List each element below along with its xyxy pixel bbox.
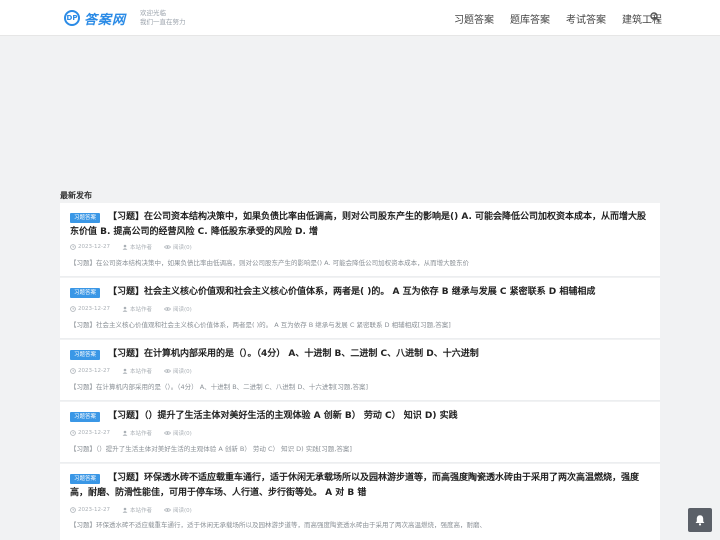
post-title-text[interactable]: 【习题】环保透水砖不适应载重车通行，适于休闲无承载场所以及园林游步道等，而高强度… bbox=[70, 473, 639, 498]
post-author[interactable]: 本站作者 bbox=[130, 506, 152, 514]
post-author[interactable]: 本站作者 bbox=[130, 367, 152, 375]
post-meta: 2023-12-27 本站作者 阅读(0) bbox=[70, 304, 204, 314]
clock-icon bbox=[70, 244, 76, 250]
nav-item-exercise-answers[interactable]: 习题答案 bbox=[454, 11, 494, 26]
post-views: 阅读(0) bbox=[172, 245, 192, 251]
user-icon bbox=[122, 507, 128, 513]
post-meta: 2023-12-27 本站作者 阅读(0) bbox=[70, 366, 204, 376]
post-date: 2023-12-27 bbox=[78, 306, 110, 312]
post-meta: 2023-12-27 本站作者 阅读(0) bbox=[70, 505, 204, 515]
post-item[interactable]: 习题答案 【习题】（）提升了生活主体对美好生活的主观体验 A 创新 B） 劳动 … bbox=[60, 402, 660, 463]
post-title-text[interactable]: 【习题】在公司资本结构决策中，如果负债比率由低调高，则对公司股东产生的影响是()… bbox=[70, 212, 646, 237]
logo-mark-icon: DP bbox=[64, 10, 80, 26]
post-views: 阅读(0) bbox=[172, 431, 192, 437]
post-title[interactable]: 【习题】（）提升了生活主体对美好生活的主观体验 A 创新 B） 劳动 C） 知识… bbox=[70, 409, 650, 424]
post-item[interactable]: 习题答案 【习题】在公司资本结构决策中，如果负债比率由低调高，则对公司股东产生的… bbox=[60, 203, 660, 277]
clock-icon bbox=[70, 507, 76, 513]
clock-icon bbox=[70, 306, 76, 312]
post-date: 2023-12-27 bbox=[78, 430, 110, 436]
post-title-text[interactable]: 【习题】（）提升了生活主体对美好生活的主观体验 A 创新 B） 劳动 C） 知识… bbox=[108, 411, 458, 421]
user-icon bbox=[122, 430, 128, 436]
post-title[interactable]: 【习题】在公司资本结构决策中，如果负债比率由低调高，则对公司股东产生的影响是()… bbox=[70, 210, 650, 240]
post-excerpt: 【习题】社会主义核心价值观和社会主义核心价值体系，两者是( )的。 A 互为依存… bbox=[70, 321, 451, 329]
post-author[interactable]: 本站作者 bbox=[130, 429, 152, 437]
eye-icon bbox=[163, 368, 171, 374]
section-title: 最新发布 bbox=[60, 191, 92, 200]
eye-icon bbox=[163, 430, 171, 436]
post-views: 阅读(0) bbox=[172, 307, 192, 313]
ad-banner-area bbox=[0, 37, 720, 185]
post-author[interactable]: 本站作者 bbox=[130, 243, 152, 251]
post-item[interactable]: 习题答案 【习题】社会主义核心价值观和社会主义核心价值体系，两者是( )的。 A… bbox=[60, 278, 660, 339]
slogan-line-2: 我们一直在努力 bbox=[140, 17, 186, 26]
post-excerpt: 【习题】（）提升了生活主体对美好生活的主观体验 A 创新 B） 劳动 C） 知识… bbox=[70, 445, 352, 453]
eye-icon bbox=[163, 244, 171, 250]
post-item[interactable]: 习题答案 【习题】环保透水砖不适应载重车通行，适于休闲无承载场所以及园林游步道等… bbox=[60, 464, 660, 540]
eye-icon bbox=[163, 507, 171, 513]
user-icon bbox=[122, 244, 128, 250]
post-date: 2023-12-27 bbox=[78, 368, 110, 374]
user-icon bbox=[122, 368, 128, 374]
site-logo[interactable]: DP 答案网 bbox=[64, 8, 126, 28]
post-list: 习题答案 【习题】在公司资本结构决策中，如果负债比率由低调高，则对公司股东产生的… bbox=[60, 203, 660, 540]
post-title[interactable]: 【习题】在计算机内部采用的是（）。（4分） A、十进制 B、二进制 C、八进制 … bbox=[70, 347, 650, 362]
nav-item-question-bank[interactable]: 题库答案 bbox=[510, 11, 550, 26]
post-date: 2023-12-27 bbox=[78, 507, 110, 513]
post-excerpt: 【习题】在公司资本结构决策中，如果负债比率由低调高，则对公司股东产生的影响是()… bbox=[70, 259, 470, 267]
post-views: 阅读(0) bbox=[172, 508, 192, 514]
main-nav: 习题答案 题库答案 考试答案 建筑工程 bbox=[438, 0, 662, 36]
site-slogan: 欢迎光临 我们一直在努力 bbox=[140, 9, 186, 26]
post-title[interactable]: 【习题】社会主义核心价值观和社会主义核心价值体系，两者是( )的。 A 互为依存… bbox=[70, 285, 650, 300]
clock-icon bbox=[70, 368, 76, 374]
post-author[interactable]: 本站作者 bbox=[130, 305, 152, 313]
user-icon bbox=[122, 306, 128, 312]
clock-icon bbox=[70, 430, 76, 436]
post-excerpt: 【习题】在计算机内部采用的是（）。（4分） A、十进制 B、二进制 C、八进制 … bbox=[70, 383, 368, 391]
search-icon[interactable] bbox=[650, 12, 660, 22]
eye-icon bbox=[163, 306, 171, 312]
site-header: DP 答案网 欢迎光临 我们一直在努力 习题答案 题库答案 考试答案 建筑工程 bbox=[0, 0, 720, 36]
post-meta: 2023-12-27 本站作者 阅读(0) bbox=[70, 428, 204, 438]
slogan-line-1: 欢迎光临 bbox=[140, 9, 166, 17]
post-meta: 2023-12-27 本站作者 阅读(0) bbox=[70, 242, 204, 252]
logo-text: 答案网 bbox=[84, 12, 127, 28]
notification-button[interactable] bbox=[688, 508, 712, 532]
post-title-text[interactable]: 【习题】在计算机内部采用的是（）。（4分） A、十进制 B、二进制 C、八进制 … bbox=[108, 349, 479, 359]
post-excerpt: 【习题】环保透水砖不适应载重车通行，适于休闲无承载场所以及园林游步道等，而高强度… bbox=[70, 521, 486, 529]
nav-item-exam-answers[interactable]: 考试答案 bbox=[566, 11, 606, 26]
post-item[interactable]: 习题答案 【习题】在计算机内部采用的是（）。（4分） A、十进制 B、二进制 C… bbox=[60, 340, 660, 401]
post-title-text[interactable]: 【习题】社会主义核心价值观和社会主义核心价值体系，两者是( )的。 A 互为依存… bbox=[108, 287, 595, 297]
post-views: 阅读(0) bbox=[172, 369, 192, 375]
bell-icon bbox=[695, 515, 705, 526]
post-date: 2023-12-27 bbox=[78, 244, 110, 250]
post-title[interactable]: 【习题】环保透水砖不适应载重车通行，适于休闲无承载场所以及园林游步道等，而高强度… bbox=[70, 471, 650, 501]
